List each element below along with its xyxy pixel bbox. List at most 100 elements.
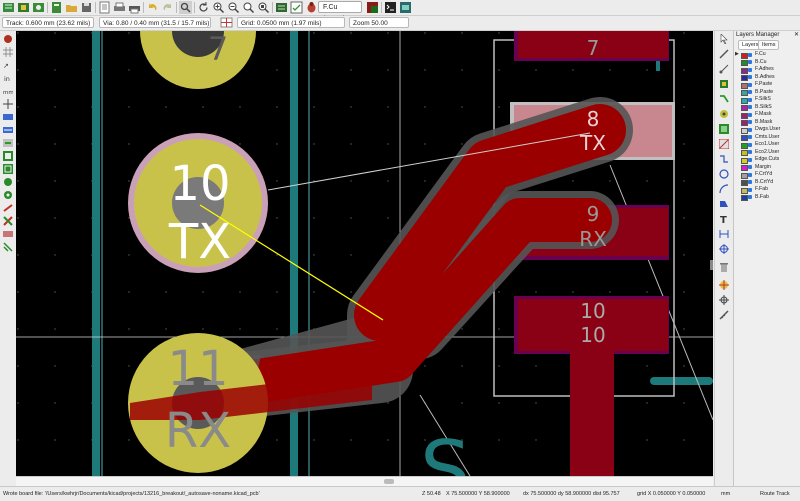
track-sketch-icon[interactable] <box>3 203 13 213</box>
layer-visibility-checkbox[interactable] <box>748 127 752 132</box>
panel-splitter[interactable] <box>710 260 713 270</box>
measure-icon[interactable] <box>719 310 729 320</box>
module-ratsnest-icon[interactable] <box>3 125 13 135</box>
select-arrow-icon[interactable] <box>719 33 729 45</box>
3d-viewer-icon[interactable] <box>399 1 412 14</box>
layer-visibility-checkbox[interactable] <box>748 150 752 154</box>
units-inch-icon[interactable]: in <box>3 73 13 83</box>
module-editor-icon[interactable] <box>17 1 30 14</box>
layers-manager-toggle-icon[interactable] <box>3 229 13 239</box>
redo-icon[interactable] <box>161 1 174 14</box>
microwave-toolbar-icon[interactable] <box>3 242 13 252</box>
grid-toggle-icon[interactable] <box>3 47 13 57</box>
layer-visibility-checkbox[interactable] <box>748 67 752 72</box>
drc-marker-icon[interactable] <box>3 34 13 44</box>
layer-row[interactable]: F.Paste <box>734 81 800 89</box>
layer-visibility-checkbox[interactable] <box>748 105 752 109</box>
zoom-selection-icon[interactable] <box>257 1 270 14</box>
add-footprint-icon[interactable] <box>719 79 729 89</box>
layer-row[interactable]: B.Fab <box>734 194 800 201</box>
scroll-thumb[interactable] <box>384 479 394 484</box>
layer-visibility-checkbox[interactable] <box>748 135 752 139</box>
layer-row[interactable]: B.SilkS <box>734 104 800 111</box>
layer-row[interactable]: F.Adhes <box>734 66 800 74</box>
highlight-net-icon[interactable] <box>719 49 729 59</box>
keepout-area-icon[interactable] <box>718 138 730 150</box>
layer-select[interactable]: F.Cu (PgUp) <box>318 1 362 23</box>
zone-fill-icon[interactable] <box>3 151 13 161</box>
layer-visibility-checkbox[interactable] <box>748 172 752 177</box>
via-size-select[interactable]: Via: 0.80 / 0.40 mm (31.5 / 15.7 mils) <box>99 17 211 28</box>
pcb-canvas[interactable]: 2 S 7 10 TX 11 RX 7 8 TX 9 RX 10 10 <box>16 31 713 476</box>
layer-row[interactable]: B.Cu <box>734 59 800 66</box>
add-target-icon[interactable] <box>719 244 729 254</box>
open-icon[interactable] <box>65 1 78 14</box>
layer-row[interactable]: Edge.Cuts <box>734 156 800 164</box>
layer-color-swatch[interactable] <box>741 195 748 201</box>
plot-icon[interactable] <box>128 1 141 14</box>
zone-outline-icon[interactable] <box>3 164 13 174</box>
zoom-fit-icon[interactable] <box>242 1 255 14</box>
layer-visibility-checkbox[interactable] <box>748 142 752 147</box>
layer-visibility-checkbox[interactable] <box>748 60 752 64</box>
layer-row[interactable]: F.Mask <box>734 111 800 119</box>
add-text-icon[interactable]: T <box>719 214 729 226</box>
layer-visibility-checkbox[interactable] <box>748 75 752 79</box>
layer-row[interactable]: Dwgs.User <box>734 126 800 134</box>
autoroute-icon[interactable] <box>305 1 318 14</box>
layer-visibility-checkbox[interactable] <box>748 112 752 117</box>
high-contrast-icon[interactable] <box>3 216 13 226</box>
cursor-shape-icon[interactable] <box>3 99 13 109</box>
route-track-icon[interactable] <box>719 94 729 104</box>
layer-visibility-checkbox[interactable] <box>748 187 752 192</box>
layer-row[interactable]: F.SilkS <box>734 96 800 104</box>
layer-visibility-checkbox[interactable] <box>748 97 752 102</box>
zoom-select[interactable]: Zoom 50.00 <box>349 17 409 28</box>
undo-icon[interactable] <box>146 1 159 14</box>
layer-visibility-checkbox[interactable] <box>748 52 752 57</box>
via-sketch-icon[interactable] <box>3 190 13 200</box>
find-icon[interactable] <box>179 1 192 14</box>
close-icon[interactable]: ✕ <box>794 31 799 40</box>
set-drill-origin-icon[interactable] <box>719 280 729 290</box>
layer-row[interactable]: B.Adhes <box>734 74 800 81</box>
layer-row[interactable]: B.Mask <box>734 119 800 126</box>
layer-row[interactable]: Eco1.User <box>734 141 800 149</box>
layer-row[interactable]: Eco2.User <box>734 149 800 156</box>
layer-visibility-checkbox[interactable] <box>748 165 752 169</box>
board-setup-icon[interactable] <box>2 1 15 14</box>
add-line-icon[interactable] <box>719 154 729 164</box>
layer-visibility-checkbox[interactable] <box>748 120 752 124</box>
layer-visibility-checkbox[interactable] <box>748 180 752 184</box>
polar-coords-icon[interactable]: ↗ <box>3 60 13 70</box>
layer-row[interactable]: Margin <box>734 164 800 171</box>
units-mm-icon[interactable]: mm <box>3 86 14 96</box>
layer-visibility-checkbox[interactable] <box>748 195 752 199</box>
delete-icon[interactable] <box>719 262 729 272</box>
layer-visibility-checkbox[interactable] <box>748 90 752 94</box>
local-ratsnest-icon[interactable] <box>719 64 729 74</box>
layer-visibility-checkbox[interactable] <box>748 157 752 162</box>
layer-row[interactable]: ▶ F.Cu <box>734 51 800 59</box>
layer-row[interactable]: B.Paste <box>734 89 800 96</box>
print-icon[interactable] <box>113 1 126 14</box>
add-circle-icon[interactable] <box>719 169 729 179</box>
add-polygon-icon[interactable] <box>719 199 729 209</box>
new-icon[interactable] <box>50 1 63 14</box>
grid-origin-icon[interactable] <box>220 16 233 29</box>
layer-row[interactable]: F.Fab <box>734 186 800 194</box>
ratsnest-icon[interactable] <box>3 112 13 122</box>
add-arc-icon[interactable] <box>719 184 729 194</box>
layer-row[interactable]: B.CrtYd <box>734 179 800 186</box>
drc-icon[interactable] <box>290 1 303 14</box>
zoom-out-icon[interactable] <box>227 1 240 14</box>
add-via-icon[interactable] <box>719 109 729 119</box>
tab-items[interactable]: Items <box>758 40 780 50</box>
add-dimension-icon[interactable] <box>719 229 729 239</box>
set-grid-origin-icon[interactable] <box>719 295 729 305</box>
layer-row[interactable]: Cmts.User <box>734 134 800 141</box>
pad-sketch-icon[interactable] <box>3 177 13 187</box>
track-width-select[interactable]: Track: 0.600 mm (23.62 mils) <box>2 17 94 28</box>
layer-visibility-checkbox[interactable] <box>748 82 752 87</box>
auto-delete-track-icon[interactable] <box>3 138 13 148</box>
